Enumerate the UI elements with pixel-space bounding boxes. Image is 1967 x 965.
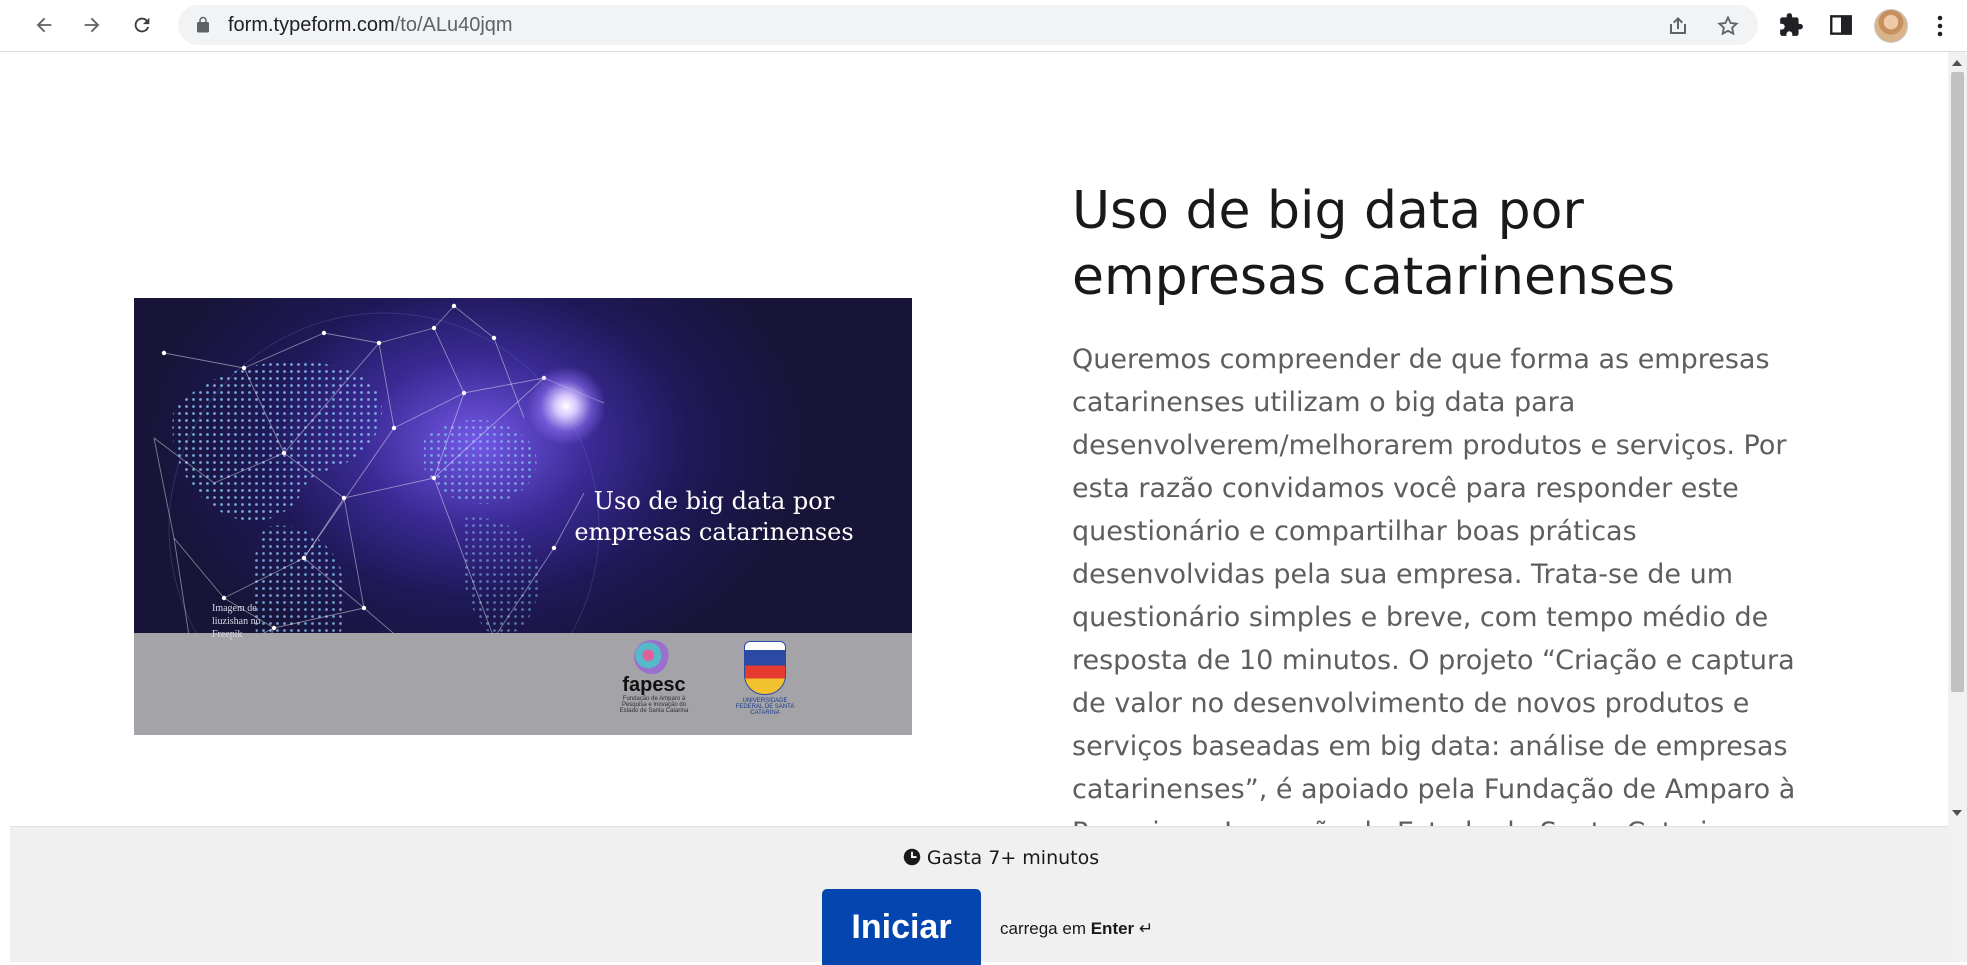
scrollbar-thumb[interactable] — [1951, 72, 1964, 692]
fapesc-brain-icon — [634, 640, 670, 674]
browser-toolbar: form.typeform.com/to/ALu40jqm — [0, 0, 1967, 52]
more-vert-icon[interactable] — [1928, 12, 1952, 40]
url-path: /to/ALu40jqm — [394, 14, 513, 36]
back-button[interactable] — [27, 8, 61, 42]
cover-image: Uso de big data por empresas catarinense… — [134, 298, 912, 735]
ufsc-subtitle: UNIVERSIDADE FEDERAL DE SANTA CATARINA — [735, 698, 795, 716]
arrow-right-icon — [84, 17, 100, 33]
reload-button[interactable] — [125, 8, 159, 42]
lock-icon — [197, 16, 209, 33]
scroll-up-arrow-icon[interactable] — [1952, 60, 1962, 66]
scroll-down-arrow-icon[interactable] — [1952, 810, 1962, 816]
ufsc-crest-icon — [744, 641, 786, 695]
start-footer: Gasta 7+ minutos Iniciar carrega em Ente… — [10, 826, 1948, 965]
start-button[interactable]: Iniciar — [822, 889, 981, 965]
enter-key-icon: ↵ — [1138, 919, 1154, 938]
form-title: Uso de big data por empresas catarinense… — [1072, 181, 1676, 307]
reload-icon — [134, 17, 150, 33]
enter-hint: carrega em Enter ↵ — [1000, 919, 1153, 939]
light-glow — [526, 366, 606, 446]
form-description: Queremos compreender de que forma as emp… — [1072, 344, 1796, 848]
ufsc-logo: UNIVERSIDADE FEDERAL DE SANTA CATARINA — [730, 641, 800, 716]
star-icon[interactable] — [1716, 14, 1740, 38]
profile-avatar[interactable] — [1874, 9, 1908, 43]
enter-hint-key: Enter — [1090, 919, 1135, 938]
cover-image-credit: Imagem de liuzishan no Freepik — [212, 603, 261, 640]
clock-icon — [903, 848, 921, 866]
enter-hint-prefix: carrega em — [1000, 919, 1086, 938]
time-estimate-label: Gasta 7+ minutos — [926, 847, 1100, 869]
puzzle-icon[interactable] — [1778, 12, 1804, 38]
page-scrollbar[interactable] — [1948, 52, 1967, 962]
time-estimate: Gasta 7+ minutos — [10, 847, 1967, 869]
address-bar[interactable]: form.typeform.com/to/ALu40jqm — [178, 5, 1758, 45]
cover-image-title: Uso de big data por empresas catarinense… — [574, 487, 854, 546]
url-domain: form.typeform.com — [228, 14, 395, 36]
fapesc-wordmark: fapesc — [622, 674, 686, 696]
url-text[interactable]: form.typeform.com/to/ALu40jqm — [228, 5, 513, 45]
fapesc-logo: fapesc Fundação de Amparo à Pesquisa e I… — [616, 640, 692, 714]
fapesc-subtitle: Fundação de Amparo à Pesquisa e Inovação… — [619, 696, 689, 714]
arrow-left-icon — [36, 17, 52, 33]
side-panel-icon[interactable] — [1828, 12, 1854, 38]
forward-button[interactable] — [75, 8, 109, 42]
share-icon[interactable] — [1666, 14, 1690, 38]
